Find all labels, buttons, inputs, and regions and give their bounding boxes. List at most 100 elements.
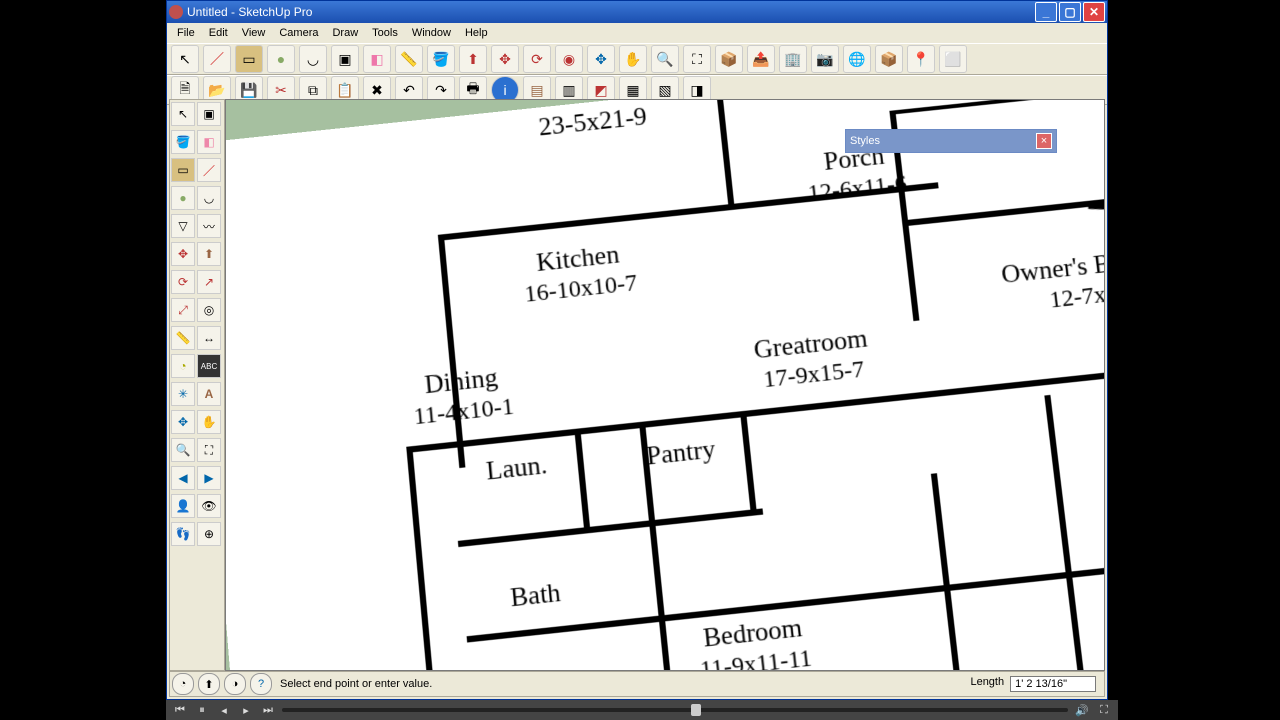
- title-bar[interactable]: Untitled - SketchUp Pro _ ▢ ✕: [167, 1, 1107, 23]
- top-dimension-label: 23-5x21-9: [537, 102, 648, 142]
- menu-camera[interactable]: Camera: [273, 25, 324, 41]
- move-tool[interactable]: ✥: [491, 45, 519, 73]
- menu-tools[interactable]: Tools: [366, 25, 404, 41]
- prev-view-icon[interactable]: ◀: [171, 466, 195, 490]
- push-pull-tool[interactable]: ⬆: [459, 45, 487, 73]
- claim-credits-button[interactable]: ◑: [224, 673, 246, 695]
- floorplan-image: 23-5x21-9 Porch12-6x11-6 Kitchen16-10x10…: [225, 99, 1105, 671]
- media-bar: ⏮ ⏸ ◂ ▸ ⏭ 🔊 ⛶: [166, 700, 1118, 720]
- length-label: Length: [970, 676, 1004, 692]
- rectangle-icon[interactable]: ▭: [171, 158, 195, 182]
- menu-view[interactable]: View: [236, 25, 272, 41]
- preview-ge-tool[interactable]: 🌐: [843, 45, 871, 73]
- offset-tool[interactable]: ◉: [555, 45, 583, 73]
- large-tool-set: ↖ ▣ 🪣 ◧ ▭ ／ ● ◡ ▽ 〰 ✥ ⬆ ⟳ ↗ ⤢ ◎ 📏 ↔ ◔ AB…: [169, 99, 225, 671]
- walk-icon[interactable]: 👣: [171, 522, 195, 546]
- styles-panel-close-icon[interactable]: ×: [1036, 133, 1052, 149]
- prev-frame-icon[interactable]: ◂: [216, 703, 232, 717]
- paint-bucket-tool[interactable]: 🪣: [427, 45, 455, 73]
- seek-thumb[interactable]: [691, 704, 701, 716]
- toolbar-main: ↖ ／ ▭ ● ◡ ▣ ◧ 📏 🪣 ⬆ ✥ ⟳ ◉ ✥ ✋ 🔍 ⛶ 📦 📤 🏢 …: [167, 43, 1107, 75]
- circle-icon[interactable]: ●: [171, 186, 195, 210]
- credits-button[interactable]: ⬆: [198, 673, 220, 695]
- orbit-tool[interactable]: ✥: [587, 45, 615, 73]
- select-icon[interactable]: ↖: [171, 102, 195, 126]
- component-icon[interactable]: ▣: [197, 102, 221, 126]
- eraser-icon[interactable]: ◧: [197, 130, 221, 154]
- arc-icon[interactable]: ◡: [197, 186, 221, 210]
- paint-icon[interactable]: 🪣: [171, 130, 195, 154]
- add-building-tool[interactable]: 🏢: [779, 45, 807, 73]
- menu-window[interactable]: Window: [406, 25, 457, 41]
- rotate-tool[interactable]: ⟳: [523, 45, 551, 73]
- get-location-tool[interactable]: 📍: [907, 45, 935, 73]
- protractor-icon[interactable]: ◔: [171, 354, 195, 378]
- line-tool[interactable]: ／: [203, 45, 231, 73]
- styles-panel-title: Styles: [850, 135, 880, 147]
- orbit-icon[interactable]: ✥: [171, 410, 195, 434]
- followme-icon[interactable]: ↗: [197, 270, 221, 294]
- make-component-tool[interactable]: ▣: [331, 45, 359, 73]
- fullscreen-icon[interactable]: ⛶: [1096, 703, 1112, 717]
- zoom-icon[interactable]: 🔍: [171, 438, 195, 462]
- toggle-terrain-tool[interactable]: ⬜: [939, 45, 967, 73]
- polygon-icon[interactable]: ▽: [171, 214, 195, 238]
- photo-textures-tool[interactable]: 📷: [811, 45, 839, 73]
- rectangle-tool[interactable]: ▭: [235, 45, 263, 73]
- length-value: 1' 2 13/16": [1010, 676, 1096, 692]
- app-icon: [169, 5, 183, 19]
- circle-tool[interactable]: ●: [267, 45, 295, 73]
- seek-slider[interactable]: [282, 708, 1068, 712]
- volume-icon[interactable]: 🔊: [1074, 703, 1090, 717]
- maximize-button[interactable]: ▢: [1059, 2, 1081, 22]
- bath1-label: Bath: [509, 578, 562, 613]
- menu-draw[interactable]: Draw: [326, 25, 364, 41]
- freehand-icon[interactable]: 〰: [197, 214, 221, 238]
- menu-help[interactable]: Help: [459, 25, 494, 41]
- zoom-tool[interactable]: 🔍: [651, 45, 679, 73]
- kitchen-label: Kitchen16-10x10-7: [520, 239, 638, 308]
- forward-icon[interactable]: ⏭: [260, 703, 276, 717]
- offset-icon[interactable]: ◎: [197, 298, 221, 322]
- tape-icon[interactable]: 📏: [171, 326, 195, 350]
- line-icon[interactable]: ／: [197, 158, 221, 182]
- zoomwin-icon[interactable]: ⛶: [197, 438, 221, 462]
- move-icon[interactable]: ✥: [171, 242, 195, 266]
- owner-bedroom-label: Owner's Bedroom12-7x15-7: [1000, 241, 1105, 319]
- minimize-button[interactable]: _: [1035, 2, 1057, 22]
- look-around-icon[interactable]: 👁: [197, 494, 221, 518]
- select-tool[interactable]: ↖: [171, 45, 199, 73]
- tape-measure-tool[interactable]: 📏: [395, 45, 423, 73]
- share-model-tool[interactable]: 📤: [747, 45, 775, 73]
- 3dtext-icon[interactable]: A: [197, 382, 221, 406]
- laundry-label: Laun.: [485, 451, 549, 487]
- zoom-extents-tool[interactable]: ⛶: [683, 45, 711, 73]
- status-hint: Select end point or enter value.: [280, 678, 432, 690]
- arc-tool[interactable]: ◡: [299, 45, 327, 73]
- rewind-icon[interactable]: ⏮: [172, 703, 188, 717]
- scale-icon[interactable]: ⤢: [171, 298, 195, 322]
- pause-icon[interactable]: ⏸: [194, 703, 210, 717]
- styles-panel[interactable]: Styles ×: [845, 129, 1057, 153]
- eraser-tool[interactable]: ◧: [363, 45, 391, 73]
- dimension-icon[interactable]: ↔: [197, 326, 221, 350]
- pan-tool[interactable]: ✋: [619, 45, 647, 73]
- help-icon[interactable]: ?: [250, 673, 272, 695]
- close-button[interactable]: ✕: [1083, 2, 1105, 22]
- pushpull-icon[interactable]: ⬆: [197, 242, 221, 266]
- next-view-icon[interactable]: ▶: [197, 466, 221, 490]
- text-icon[interactable]: ABC: [197, 354, 221, 378]
- position-camera-icon[interactable]: 👤: [171, 494, 195, 518]
- menu-edit[interactable]: Edit: [203, 25, 234, 41]
- pan-icon[interactable]: ✋: [197, 410, 221, 434]
- menu-file[interactable]: File: [171, 25, 201, 41]
- rotate-icon[interactable]: ⟳: [171, 270, 195, 294]
- bedroom-label: Bedroom11-9x11-11: [695, 612, 813, 671]
- section-icon[interactable]: ⊕: [197, 522, 221, 546]
- next-frame-icon[interactable]: ▸: [238, 703, 254, 717]
- viewport[interactable]: 23-5x21-9 Porch12-6x11-6 Kitchen16-10x10…: [225, 99, 1105, 671]
- place-model-tool[interactable]: 📦: [875, 45, 903, 73]
- get-models-tool[interactable]: 📦: [715, 45, 743, 73]
- axes-icon[interactable]: ✳: [171, 382, 195, 406]
- geo-location-icon[interactable]: ◔: [172, 673, 194, 695]
